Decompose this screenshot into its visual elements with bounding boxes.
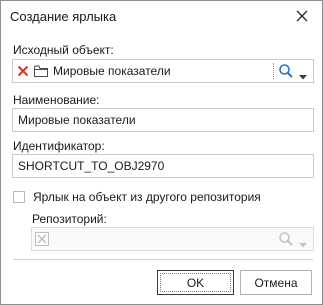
source-object-field[interactable]: Мировые показатели [12, 59, 314, 83]
name-value: Мировые показатели [18, 113, 136, 127]
search-icon [278, 231, 294, 250]
other-repo-checkbox[interactable] [13, 191, 25, 203]
focus-rectangle [160, 273, 231, 292]
name-label: Наименование: [13, 93, 100, 107]
divider [13, 259, 313, 260]
search-icon[interactable] [278, 63, 294, 82]
chevron-down-icon [299, 237, 307, 251]
name-input[interactable]: Мировые показатели [12, 108, 314, 132]
identifier-label: Идентификатор: [13, 139, 105, 153]
clear-x-icon[interactable] [17, 65, 29, 80]
close-icon[interactable] [291, 5, 313, 27]
dialog-title: Создание ярлыка [10, 9, 117, 24]
create-shortcut-dialog: Создание ярлыка Исходный объект: Мировые… [0, 0, 323, 305]
source-object-value: Мировые показатели [53, 64, 171, 78]
cancel-button-label: Отмена [254, 275, 298, 290]
field-separator [273, 63, 275, 79]
chevron-down-icon[interactable] [299, 69, 307, 83]
identifier-value: SHORTCUT_TO_OBJ2970 [18, 159, 165, 173]
source-object-label: Исходный объект: [13, 43, 114, 57]
other-repo-label[interactable]: Ярлык на объект из другого репозитория [33, 190, 261, 204]
clear-x-icon [35, 232, 49, 249]
ok-button[interactable]: OK [157, 270, 234, 295]
cancel-button[interactable]: Отмена [240, 270, 312, 295]
repository-label: Репозиторий: [32, 212, 107, 226]
repository-field[interactable] [31, 227, 314, 251]
folder-icon [34, 65, 49, 80]
identifier-input[interactable]: SHORTCUT_TO_OBJ2970 [12, 154, 314, 178]
